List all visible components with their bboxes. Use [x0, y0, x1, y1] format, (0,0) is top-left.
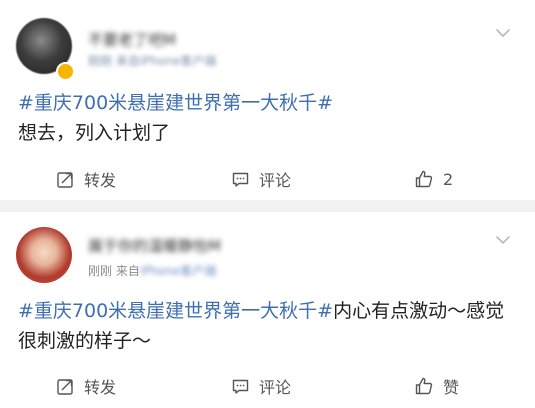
avatar[interactable]	[16, 227, 72, 283]
post-source-device: iPhone客户端	[139, 264, 217, 278]
nickname[interactable]: 属于你的温暖静怡M	[88, 235, 221, 256]
post-text: #重庆700米悬崖建世界第一大秋千# 想去，列入计划了	[18, 88, 517, 148]
thumbs-up-icon	[415, 377, 433, 395]
weibo-feed: 不要老了吧M 刚刚 来自iPhone客户端 #重庆700米悬崖建世界第一大秋千#…	[0, 0, 535, 408]
vip-badge-icon	[56, 62, 75, 81]
post-body: 想去，列入计划了	[18, 122, 171, 144]
thumbs-up-icon	[415, 170, 433, 188]
like-button[interactable]: 2	[414, 164, 453, 194]
post-card: 不要老了吧M 刚刚 来自iPhone客户端 #重庆700米悬崖建世界第一大秋千#…	[0, 0, 535, 200]
comment-label: 评论	[259, 171, 292, 190]
repost-label: 转发	[84, 171, 117, 190]
like-count: 2	[443, 169, 454, 189]
repost-icon	[57, 378, 73, 395]
comment-icon	[232, 172, 249, 187]
comment-icon	[232, 379, 249, 394]
post-source-prefix: 来自	[115, 264, 140, 278]
post-text: #重庆700米悬崖建世界第一大秋千#内心有点激动～感觉很刺激的样子～	[18, 296, 517, 356]
repost-button[interactable]: 转发	[56, 371, 116, 401]
repost-icon	[57, 171, 73, 188]
comment-button[interactable]: 评论	[231, 371, 291, 401]
like-button[interactable]: 赞	[414, 371, 459, 401]
post-meta: 刚刚 来自iPhone客户端	[88, 262, 216, 279]
repost-label: 转发	[84, 378, 117, 397]
action-bar: 转发 评论 赞	[0, 371, 535, 401]
repost-button[interactable]: 转发	[56, 164, 116, 194]
post-meta: 刚刚 来自iPhone客户端	[88, 54, 217, 68]
hashtag-link[interactable]: #重庆700米悬崖建世界第一大秋千#	[18, 300, 333, 322]
chevron-down-icon[interactable]	[495, 232, 511, 248]
post-card: 属于你的温暖静怡M 刚刚 来自iPhone客户端 #重庆700米悬崖建世界第一大…	[0, 212, 535, 408]
chevron-down-icon[interactable]	[495, 25, 511, 41]
action-bar: 转发 评论 2	[0, 164, 535, 194]
post-time: 刚刚	[88, 264, 113, 278]
comment-button[interactable]: 评论	[231, 164, 291, 194]
comment-label: 评论	[259, 378, 292, 397]
nickname[interactable]: 不要老了吧M	[88, 29, 176, 50]
hashtag-link[interactable]: #重庆700米悬崖建世界第一大秋千#	[18, 92, 333, 114]
like-label: 赞	[443, 378, 460, 397]
